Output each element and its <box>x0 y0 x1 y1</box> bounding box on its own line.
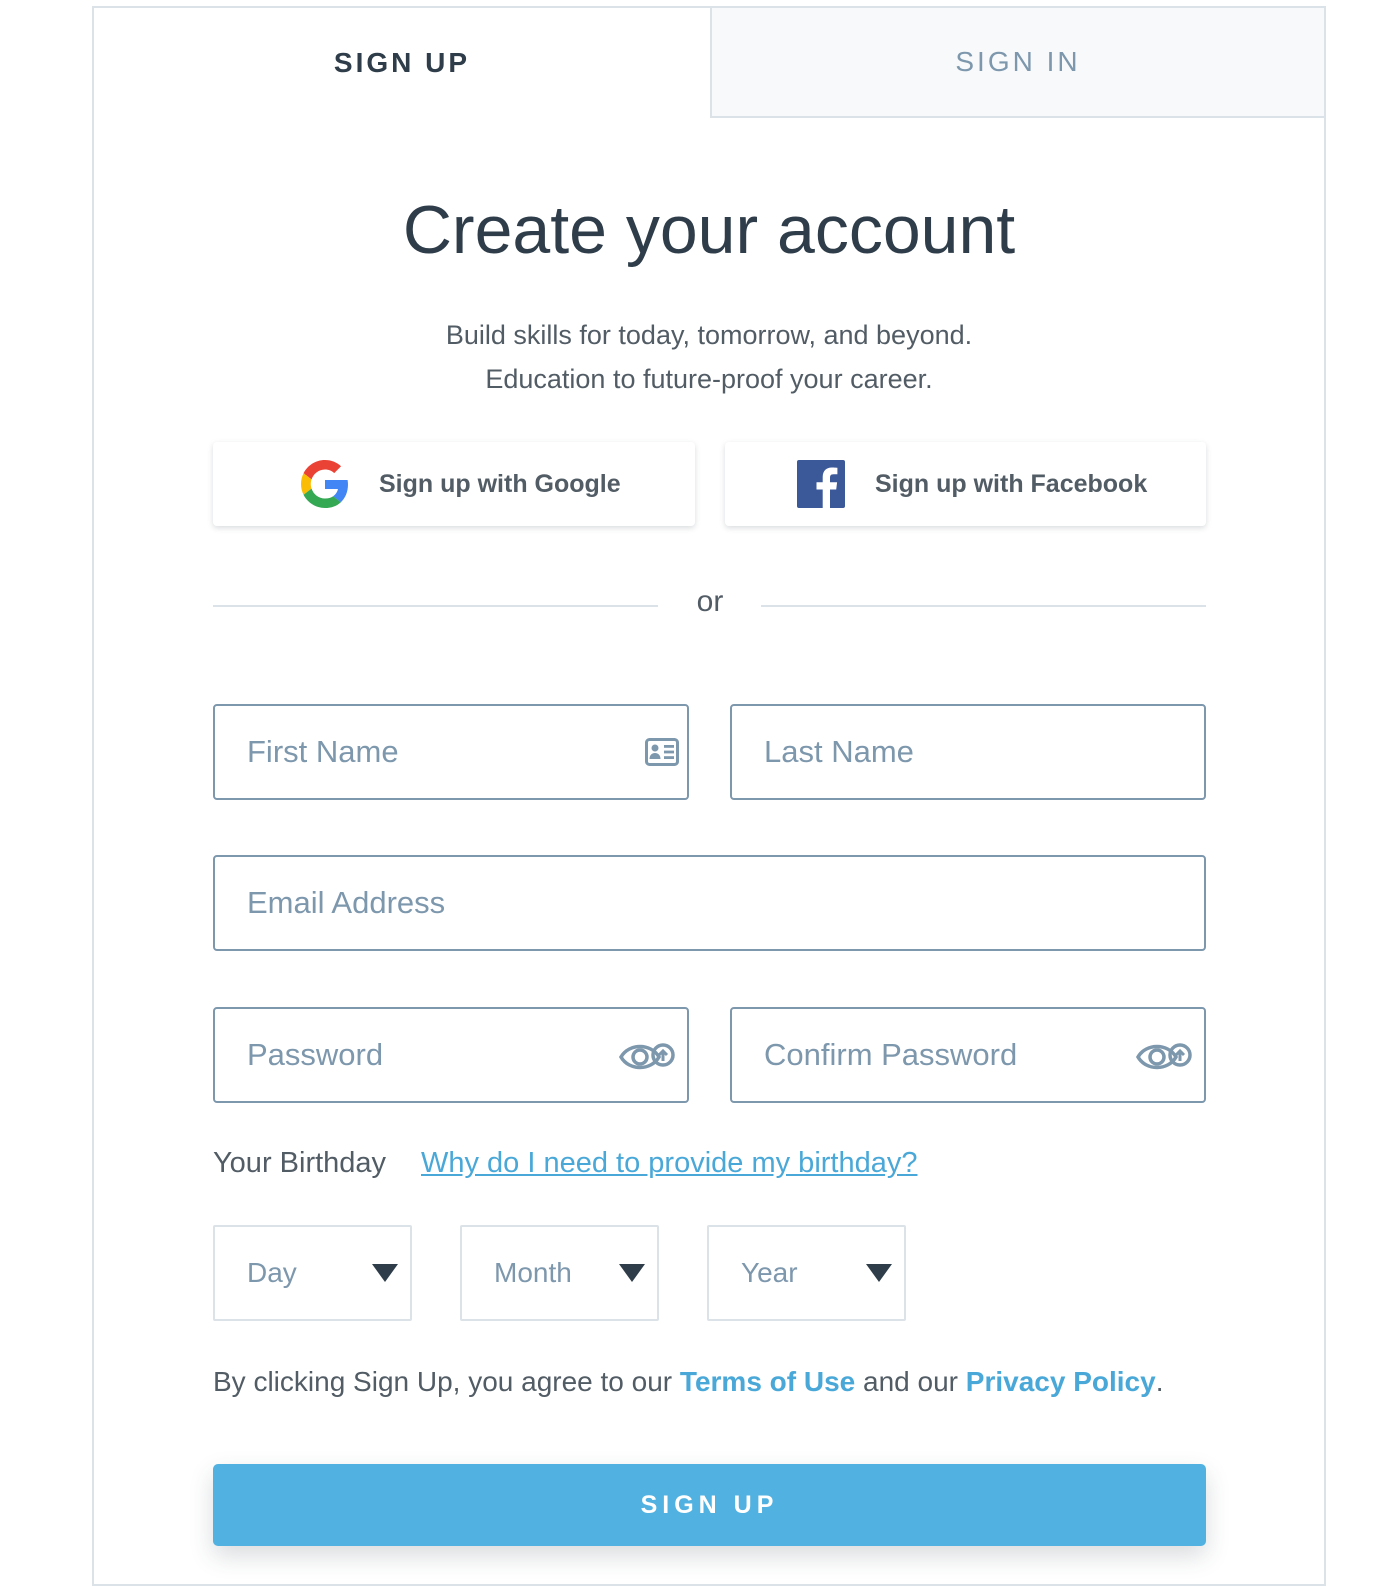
facebook-signup-label: Sign up with Facebook <box>875 469 1148 498</box>
facebook-logo-icon <box>797 460 845 508</box>
birthday-label: Your Birthday <box>213 1147 387 1179</box>
birthday-month-select[interactable]: Month <box>460 1225 659 1321</box>
chevron-down-icon <box>866 1264 892 1282</box>
tab-sign-in[interactable]: SIGN IN <box>710 8 1324 118</box>
privacy-policy-link[interactable]: Privacy Policy <box>966 1366 1156 1397</box>
password-input[interactable] <box>247 1009 609 1101</box>
subtitle-line-2: Education to future-proof your career. <box>485 364 933 394</box>
last-name-field <box>730 704 1206 800</box>
sign-up-button[interactable]: SIGN UP <box>213 1464 1206 1546</box>
page-title: Create your account <box>402 192 1016 268</box>
terms-of-use-link[interactable]: Terms of Use <box>680 1366 855 1397</box>
birthday-year-select[interactable]: Year <box>707 1225 906 1321</box>
tab-sign-up[interactable]: SIGN UP <box>94 8 710 118</box>
birthday-day-select[interactable]: Day <box>213 1225 412 1321</box>
chevron-down-icon <box>619 1264 645 1282</box>
show-password-eye-icon[interactable] <box>618 1037 677 1082</box>
terms-notice: By clicking Sign Up, you agree to our Te… <box>213 1366 1163 1398</box>
google-signup-label: Sign up with Google <box>379 469 621 498</box>
confirm-password-input[interactable] <box>764 1009 1126 1101</box>
terms-middle: and our <box>855 1366 966 1397</box>
google-logo-icon <box>301 460 349 508</box>
divider-or: or <box>696 585 724 618</box>
first-name-field <box>213 704 689 800</box>
birthday-help-link[interactable]: Why do I need to provide my birthday? <box>421 1147 917 1180</box>
email-field <box>213 855 1206 951</box>
birthday-month-value: Month <box>494 1257 572 1288</box>
first-name-input[interactable] <box>247 706 609 798</box>
subtitle-line-1: Build skills for today, tomorrow, and be… <box>445 320 973 350</box>
facebook-signup-button[interactable]: Sign up with Facebook <box>725 442 1206 526</box>
password-field <box>213 1007 689 1103</box>
auth-tabs: SIGN UP SIGN IN <box>94 8 1324 118</box>
contact-card-icon <box>645 738 679 771</box>
terms-prefix: By clicking Sign Up, you agree to our <box>213 1366 680 1397</box>
confirm-password-field <box>730 1007 1206 1103</box>
divider-line-right <box>761 605 1206 607</box>
divider-line-left <box>213 605 658 607</box>
birthday-year-value: Year <box>741 1257 798 1288</box>
terms-suffix: . <box>1155 1366 1164 1397</box>
last-name-input[interactable] <box>764 706 1126 798</box>
chevron-down-icon <box>372 1264 398 1282</box>
show-confirm-password-eye-icon[interactable] <box>1135 1037 1194 1082</box>
birthday-day-value: Day <box>247 1257 297 1288</box>
email-input[interactable] <box>247 857 1126 949</box>
google-signup-button[interactable]: Sign up with Google <box>213 442 695 526</box>
